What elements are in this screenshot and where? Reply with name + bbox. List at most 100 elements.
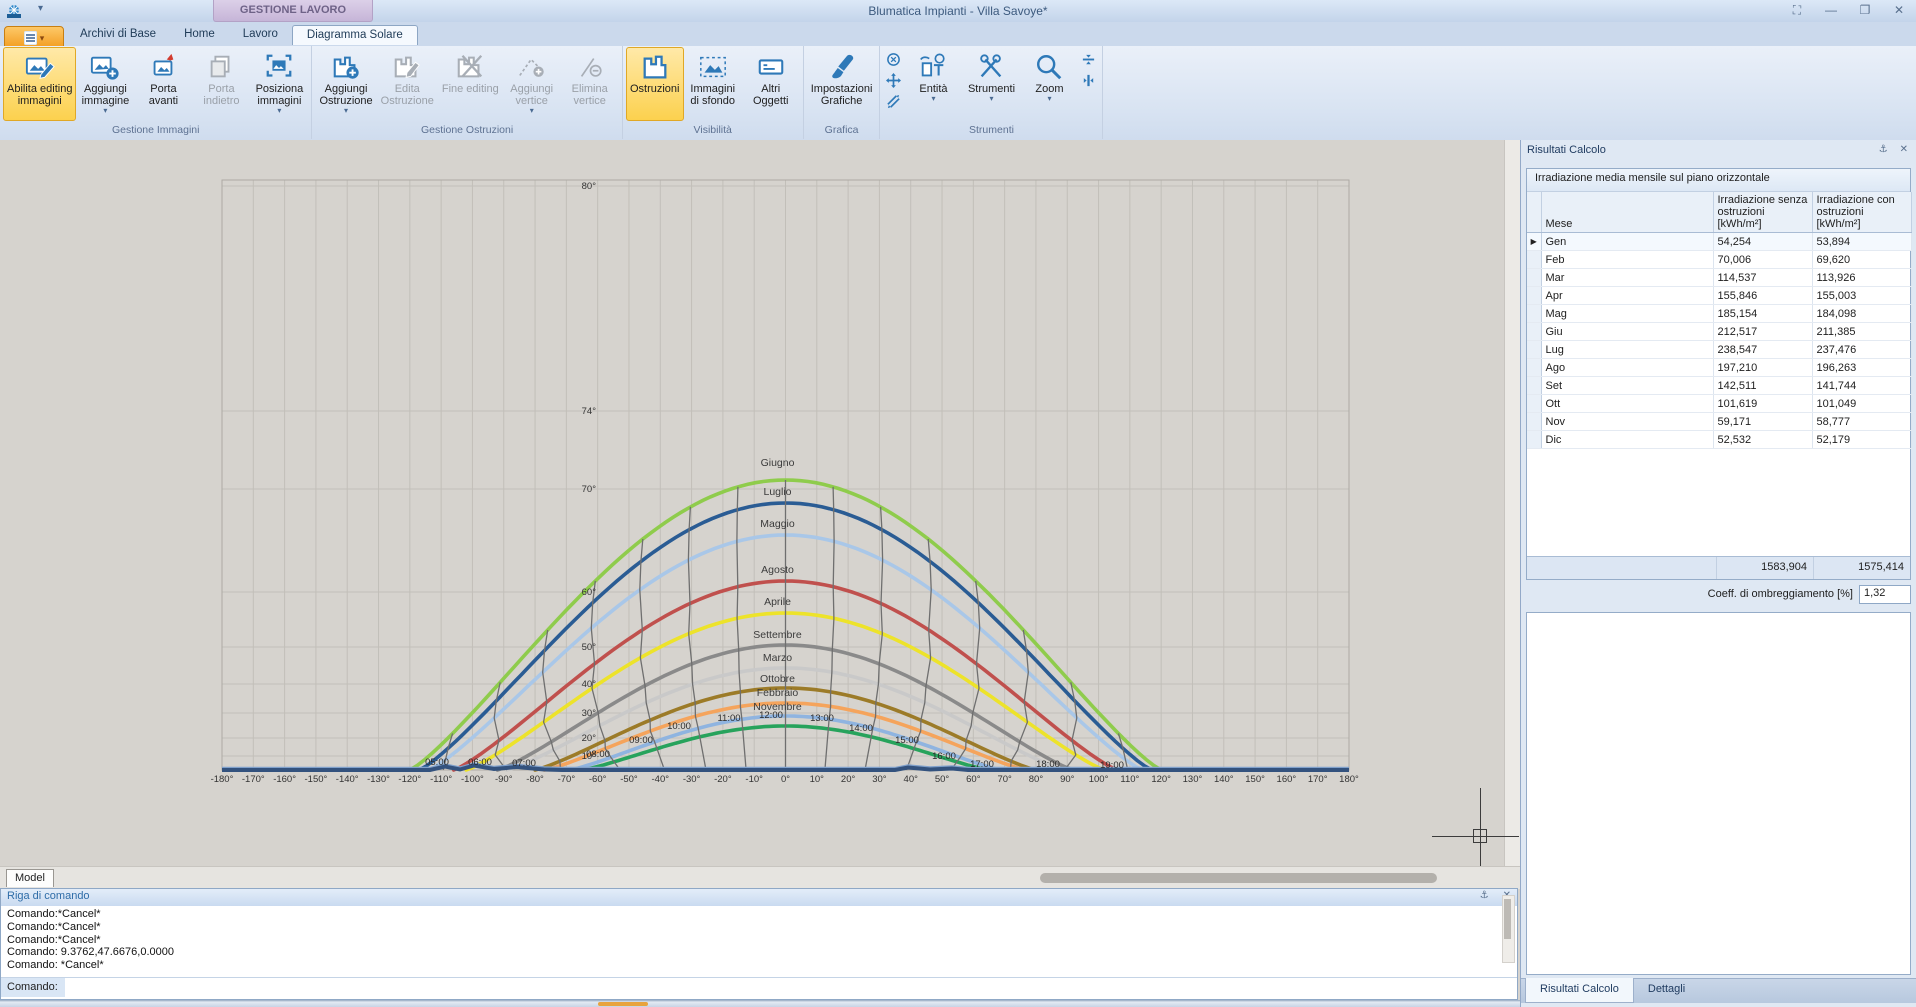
pin-icon[interactable]: ⚓ [1879, 144, 1888, 155]
table-row[interactable]: Ott101,619101,049 [1527, 395, 1911, 413]
table-cell: 69,620 [1812, 251, 1911, 269]
restore-button[interactable]: ❐ [1856, 3, 1874, 18]
table-cell: Gen [1541, 233, 1713, 251]
ribbon-button-aggiungi-ostruzione[interactable]: Aggiungi Ostruzione▾ [315, 47, 376, 121]
tools-icon [976, 50, 1006, 83]
svg-text:-140°: -140° [336, 774, 359, 785]
svg-text:14:00: 14:00 [849, 723, 873, 734]
ribbon-group-strumenti: Entità▾Strumenti▾Zoom▾Strumenti [880, 46, 1103, 139]
table-cell: Mar [1541, 269, 1713, 287]
tab-lavoro[interactable]: Lavoro [229, 25, 292, 45]
ribbon-button-label: Aggiungi vertice [510, 83, 553, 107]
ribbon-button-label: Fine editing [442, 83, 499, 95]
ribbon-group-label: Visibilità [626, 123, 800, 139]
svg-text:-180°: -180° [211, 774, 234, 785]
ribbon: Abilita editing immaginiAggiungi immagin… [0, 46, 1916, 141]
model-tab[interactable]: Model [6, 869, 54, 887]
ribbon-group-label: Gestione Immagini [3, 123, 308, 139]
command-history-line: Comando:*Cancel* [7, 908, 1511, 921]
swap-icon[interactable] [886, 94, 901, 112]
split-vertical-icon[interactable] [1081, 73, 1096, 91]
svg-text:110°: 110° [1120, 774, 1139, 785]
ribbon-button-label: Porta avanti [149, 83, 178, 107]
svg-text:150°: 150° [1245, 774, 1265, 785]
pin-icon[interactable]: ⚓ [1480, 890, 1489, 901]
svg-text:-10°: -10° [745, 774, 763, 785]
svg-text:-40°: -40° [652, 774, 670, 785]
ribbon-button-abilita-editing-immagini[interactable]: Abilita editing immagini [3, 47, 76, 121]
svg-text:0°: 0° [781, 774, 790, 785]
column-header[interactable]: Irradiazione con ostruzioni [kWh/m²] [1812, 192, 1911, 233]
coeff-ombreggiamento-value: 1,32 [1859, 585, 1911, 604]
column-header[interactable]: Irradiazione senza ostruzioni [kWh/m²] [1713, 192, 1812, 233]
move-icon[interactable] [886, 73, 901, 91]
table-row[interactable]: Apr155,846155,003 [1527, 287, 1911, 305]
table-row[interactable]: Feb70,00669,620 [1527, 251, 1911, 269]
tab-home[interactable]: Home [170, 25, 229, 45]
table-cell: 142,511 [1713, 377, 1812, 395]
ribbon-button-immagini-di-sfondo[interactable]: Immagini di sfondo [684, 47, 742, 121]
tab-archivi-di-base[interactable]: Archivi di Base [66, 25, 170, 45]
table-cell: Nov [1541, 413, 1713, 431]
svg-text:10:00: 10:00 [667, 721, 691, 732]
table-cell: 155,846 [1713, 287, 1812, 305]
command-history[interactable]: Comando:*Cancel*Comando:*Cancel*Comando:… [1, 906, 1517, 972]
panel-tab-risultati-calcolo[interactable]: Risultati Calcolo [1525, 978, 1634, 1003]
table-row[interactable]: Dic52,53252,179 [1527, 431, 1911, 449]
column-header[interactable]: Mese [1541, 192, 1713, 233]
ribbon-button-posiziona-immagini[interactable]: Posiziona immagini▾ [250, 47, 308, 121]
ribbon-button-altri-oggetti[interactable]: Altri Oggetti [742, 47, 800, 121]
ribbon-group-label: Grafica [807, 123, 877, 139]
split-horizontal-icon[interactable] [1081, 52, 1096, 70]
crosshair-pickbox [1473, 829, 1487, 843]
obstruction-edit-icon [392, 50, 422, 83]
close-button[interactable]: ✕ [1890, 3, 1908, 18]
fullscreen-button[interactable]: ⛶ [1788, 3, 1806, 18]
command-prompt-label: Comando: [1, 978, 65, 997]
command-scrollbar[interactable] [1502, 895, 1515, 963]
table-cell: Dic [1541, 431, 1713, 449]
table-row[interactable]: Mag185,154184,098 [1527, 305, 1911, 323]
svg-text:-70°: -70° [558, 774, 576, 785]
table-row[interactable]: Nov59,17158,777 [1527, 413, 1911, 431]
table-cell: Apr [1541, 287, 1713, 305]
total-con-ostruzioni: 1575,414 [1813, 557, 1910, 579]
table-row[interactable]: Lug238,547237,476 [1527, 341, 1911, 359]
panel-tab-dettagli[interactable]: Dettagli [1634, 979, 1699, 1003]
obstruction-add-icon [331, 50, 361, 83]
ribbon-button-label: Posiziona immagini [256, 83, 304, 107]
table-row[interactable]: Ago197,210196,263 [1527, 359, 1911, 377]
vertex-add-icon [517, 50, 547, 83]
ribbon-group-visibilit: OstruzioniImmagini di sfondoAltri Oggett… [623, 46, 804, 139]
svg-text:12:00: 12:00 [759, 710, 783, 721]
ribbon-button-strumenti[interactable]: Strumenti▾ [962, 47, 1020, 121]
minimize-button[interactable]: — [1822, 3, 1840, 18]
ribbon-button-porta-avanti[interactable]: Porta avanti [134, 47, 192, 121]
other-objects-icon [756, 50, 786, 83]
table-cell: Giu [1541, 323, 1713, 341]
background-image-icon [698, 50, 728, 83]
ribbon-button-ostruzioni[interactable]: Ostruzioni [626, 47, 684, 121]
table-row[interactable]: Giu212,517211,385 [1527, 323, 1911, 341]
svg-text:160°: 160° [1277, 774, 1297, 785]
ribbon-button-impostazioni-grafiche[interactable]: Impostazioni Grafiche [807, 47, 877, 121]
table-row[interactable]: ▶Gen54,25453,894 [1527, 233, 1911, 251]
chevron-down-icon: ▾ [344, 107, 348, 114]
drawing-area[interactable]: -180°-170°-160°-150°-140°-130°-120°-110°… [0, 140, 1520, 866]
drawing-vertical-scrollbar[interactable] [1504, 140, 1520, 866]
command-input[interactable] [65, 978, 1517, 997]
drawing-horizontal-scrollbar[interactable] [1040, 873, 1437, 883]
svg-text:13:00: 13:00 [810, 713, 834, 724]
ribbon-button-aggiungi-immagine[interactable]: Aggiungi immagine▾ [76, 47, 134, 121]
entity-icon [918, 50, 948, 83]
svg-text:30°: 30° [872, 774, 887, 785]
ribbon-button-zoom[interactable]: Zoom▾ [1020, 47, 1078, 121]
table-row[interactable]: Set142,511141,744 [1527, 377, 1911, 395]
svg-text:09:00: 09:00 [629, 735, 653, 746]
tab-diagramma-solare[interactable]: Diagramma Solare [292, 25, 418, 45]
close-icon[interactable]: ✕ [1900, 144, 1908, 155]
cancel-icon[interactable] [886, 52, 901, 70]
ribbon-button-entit[interactable]: Entità▾ [904, 47, 962, 121]
ribbon-button-porta-indietro: Porta indietro [192, 47, 250, 121]
table-row[interactable]: Mar114,537113,926 [1527, 269, 1911, 287]
